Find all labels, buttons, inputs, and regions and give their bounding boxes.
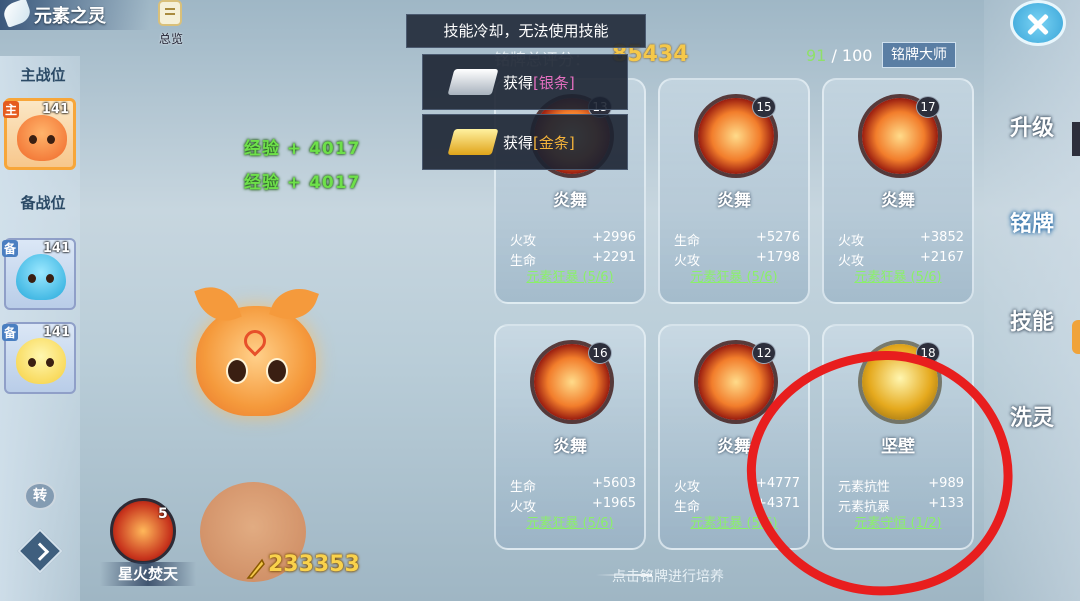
plate-level: 16 (588, 342, 612, 364)
skill-name: 星火焚天 (100, 562, 196, 586)
stat-key: 生命 (674, 234, 701, 249)
page-title: 元素之灵 (34, 6, 106, 27)
backup-pet-slot-2[interactable]: 备 141 (2, 322, 76, 394)
gain-prefix: 获得 (503, 74, 534, 92)
stat-value: +1965 (592, 496, 636, 511)
plate-set-link[interactable]: 元素狂暴 (5/6) (496, 266, 644, 285)
plate-name: 炎舞 (717, 191, 751, 211)
backup-pet-slot-1[interactable]: 备 141 (2, 238, 76, 310)
plate-progress: 91 / 100 (806, 46, 872, 65)
overview-button[interactable]: 总览 (146, 0, 196, 46)
plate-set-link[interactable]: 元素狂暴 (5/6) (496, 512, 644, 531)
main-pet-slot[interactable]: 主 141 (3, 98, 76, 170)
stat-value: +2996 (592, 230, 636, 245)
cooldown-toast: 技能冷却，无法使用技能 (406, 14, 646, 48)
pet-mini-icon (1072, 320, 1080, 354)
stat-key: 生命 (510, 480, 537, 495)
plate-level: 17 (916, 96, 940, 118)
progress-total: / 100 (831, 46, 873, 65)
plate-level: 12 (752, 342, 776, 364)
fire-pet-avatar (17, 115, 67, 161)
tab-upgrade[interactable]: 升级 (990, 110, 1074, 142)
gain-toast-silver: 获得[银条] (422, 54, 628, 110)
fire-pet-model[interactable] (194, 279, 319, 416)
stat-value: +2167 (920, 250, 964, 265)
plate-name: 炎舞 (553, 437, 587, 457)
currency-value: 233353 (268, 552, 360, 577)
gold-ingot-icon (447, 129, 499, 155)
edge-handle (1072, 122, 1080, 156)
switch-button[interactable]: 转 (24, 482, 56, 510)
plate-card[interactable]: 16 炎舞 生命 +5603 火攻 +1965 元素狂暴 (5/6) (494, 324, 646, 550)
overview-label: 总览 (158, 32, 183, 46)
close-icon[interactable] (1010, 0, 1066, 46)
silver-ingot-icon (447, 69, 499, 95)
pet-level: 141 (41, 102, 69, 117)
tab-skill[interactable]: 技能 (990, 304, 1074, 336)
plate-card[interactable]: 17 炎舞 火攻 +3852 火攻 +2167 元素狂暴 (5/6) (822, 78, 974, 304)
main-slot-label: 主战位 (20, 66, 66, 84)
plate-set-link[interactable]: 元素狂暴 (5/6) (660, 266, 808, 285)
stat-value: +2291 (592, 250, 636, 265)
backup-tag: 备 (2, 324, 19, 341)
stat-key: 火攻 (674, 480, 701, 495)
exp-gain-text: 经验 + 4017 (244, 139, 361, 159)
stat-value: +1798 (756, 250, 800, 265)
stat-value: +3852 (920, 230, 964, 245)
quill-icon (246, 558, 265, 579)
plate-level: 15 (752, 96, 776, 118)
light-pet-avatar (16, 338, 66, 384)
flame-mark-icon (239, 325, 271, 357)
plate-card[interactable]: 15 炎舞 生命 +5276 火攻 +1798 元素狂暴 (5/6) (658, 78, 810, 304)
gain-toast-gold: 获得[金条] (422, 114, 628, 170)
exp-gain-text: 经验 + 4017 (244, 173, 361, 193)
plate-name: 炎舞 (881, 191, 915, 211)
plate-set-link[interactable]: 元素狂暴 (5/6) (824, 266, 972, 285)
skill-level: 5 (158, 506, 168, 522)
backup-tag: 备 (2, 240, 19, 257)
tab-plate[interactable]: 铭牌 (990, 206, 1074, 238)
gain-item: [金条] (533, 134, 575, 152)
footer-hint: 点击铭牌进行培养 (612, 569, 724, 585)
pet-level: 141 (42, 325, 70, 340)
plate-master-button[interactable]: 铭牌大师 (882, 42, 956, 68)
stat-value: +5276 (756, 230, 800, 245)
plate-name: 炎舞 (553, 191, 587, 211)
progress-current: 91 (806, 46, 827, 65)
stat-key: 火攻 (838, 234, 865, 249)
main-tag: 主 (3, 101, 20, 118)
stat-value: +5603 (592, 476, 636, 491)
backup-slot-label: 备战位 (20, 194, 66, 212)
clipboard-icon (158, 0, 182, 26)
water-pet-avatar (16, 254, 66, 300)
plate-card[interactable]: 13 炎舞 火攻+2996 生命+2291 元素狂暴 (5/6) (494, 78, 646, 304)
gain-prefix: 获得 (503, 134, 534, 152)
gain-item: [银条] (533, 74, 575, 92)
stat-key: 火攻 (510, 234, 537, 249)
pet-level: 141 (42, 241, 70, 256)
